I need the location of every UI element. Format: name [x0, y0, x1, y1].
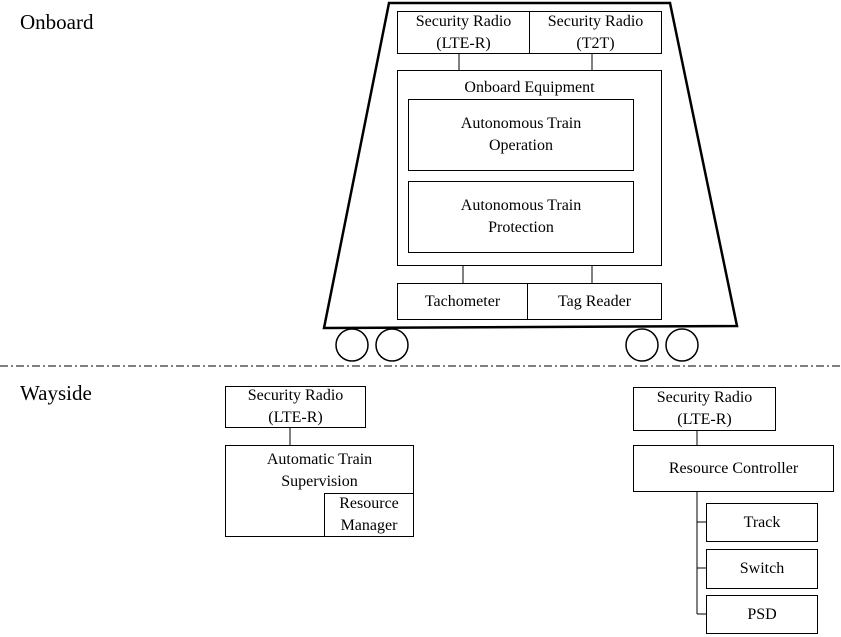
- text: (T2T): [576, 34, 615, 52]
- text: Protection: [488, 219, 554, 236]
- wayside-label: Wayside: [20, 381, 92, 405]
- text: Security Radio: [656, 389, 753, 406]
- wheel: [335, 328, 369, 362]
- onboard-security-radio-lte-r: Security Radio (LTE-R): [397, 11, 530, 54]
- text: Autonomous Train: [460, 197, 582, 214]
- wayside-left-security-radio: Security Radio (LTE-R): [225, 386, 366, 428]
- onboard-label: Onboard: [20, 10, 94, 34]
- diagram: Onboard Wayside Security Radio (LTE-R) Se…: [0, 0, 841, 637]
- wheel: [665, 328, 699, 362]
- text: Operation: [489, 137, 553, 154]
- text: Security Radio: [547, 12, 644, 30]
- text: Security Radio: [415, 12, 512, 30]
- resource-controller-box: Resource Controller: [633, 445, 834, 492]
- ato-box: Autonomous Train Operation: [408, 99, 634, 171]
- text: Security Radio: [247, 387, 344, 404]
- text: Resource: [339, 495, 399, 512]
- onboard-equipment-title: Onboard Equipment: [464, 79, 595, 96]
- text: Autonomous Train: [460, 115, 582, 132]
- track-box: Track: [706, 503, 818, 542]
- text: (LTE-R): [268, 409, 323, 426]
- tag-reader-box: Tag Reader: [527, 283, 662, 320]
- text: (LTE-R): [436, 34, 491, 52]
- text: Automatic Train: [266, 451, 373, 468]
- tachometer-box: Tachometer: [397, 283, 528, 320]
- atp-box: Autonomous Train Protection: [408, 181, 634, 253]
- text: Supervision: [281, 473, 358, 490]
- wayside-right-security-radio: Security Radio (LTE-R): [633, 387, 776, 431]
- switch-box: Switch: [706, 549, 818, 589]
- text: Manager: [340, 517, 398, 534]
- psd-box: PSD: [706, 595, 818, 634]
- wheel: [375, 328, 409, 362]
- resource-manager-box: Resource Manager: [324, 493, 414, 537]
- wheel: [625, 328, 659, 362]
- text: (LTE-R): [677, 411, 732, 428]
- onboard-security-radio-t2t: Security Radio (T2T): [529, 11, 662, 54]
